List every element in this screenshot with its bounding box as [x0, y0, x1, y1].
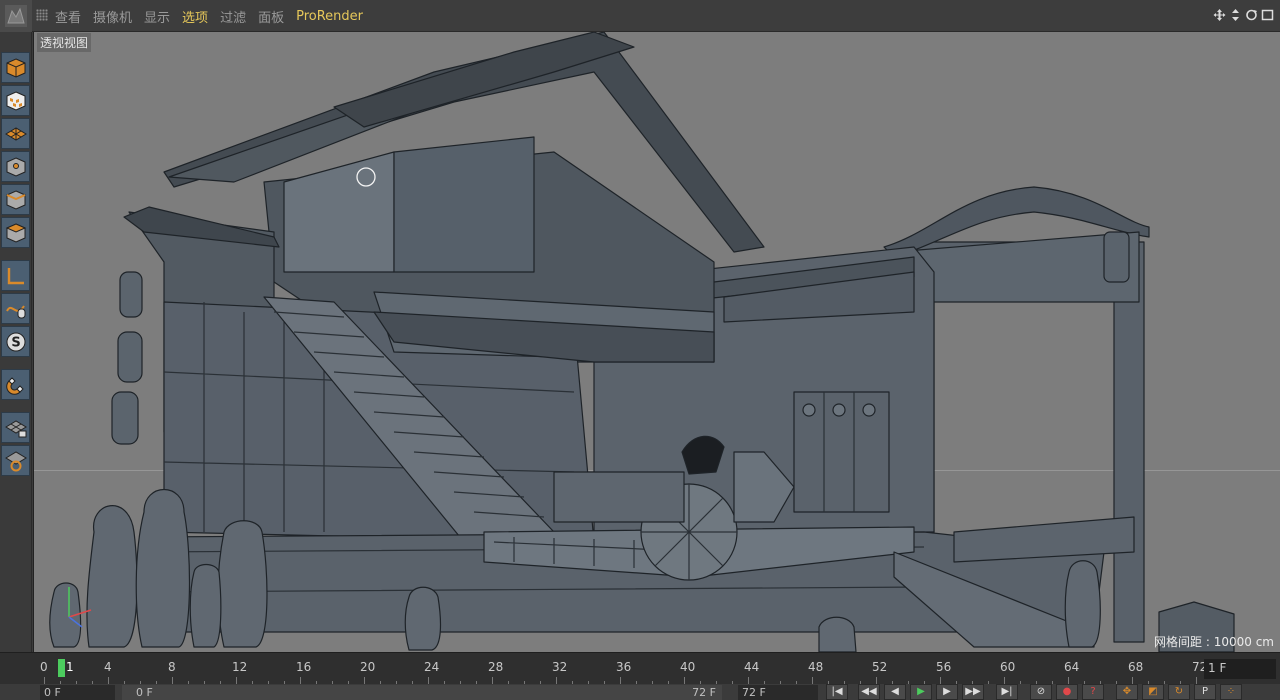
transport-bar: 0 F 0 F 72 F 72 F |◀ ◀◀ ◀ ▶ ▶ ▶▶ ▶| ⊘ ● …	[0, 684, 1280, 700]
polygon-grid-icon[interactable]	[1, 118, 30, 149]
go-to-start-icon[interactable]: |◀	[826, 684, 848, 700]
polygon-mode-icon[interactable]	[1, 217, 30, 248]
auto-key-icon[interactable]: ?	[1082, 684, 1104, 700]
range-min-frame: 0 F	[136, 686, 153, 699]
left-toolbar: S	[0, 32, 32, 652]
timeline[interactable]: 0 4 8 12 16 20 24 28 32 36 40 44 48 52 56 60 64 68 72 1 1 F	[0, 652, 1280, 685]
menu-display[interactable]: 显示	[144, 7, 170, 26]
grid-refresh-icon[interactable]	[1, 445, 30, 476]
key-disabled-icon[interactable]: ⊘	[1030, 684, 1052, 700]
current-frame-field[interactable]: 0 F	[40, 685, 115, 700]
timeline-tick-label: 60	[1000, 660, 1016, 674]
play-icon[interactable]: ▶	[910, 684, 932, 700]
menu-filter[interactable]: 过滤	[220, 7, 246, 26]
menu-prorender[interactable]: ProRender	[296, 9, 363, 24]
key-pla-icon[interactable]: ⁘	[1220, 684, 1242, 700]
timeline-tick-label: 32	[552, 660, 568, 674]
cube-model-icon[interactable]	[1, 52, 30, 83]
timeline-tick-label: 44	[744, 660, 760, 674]
timeline-tick-label: 56	[936, 660, 952, 674]
timeline-tick-label: 24	[424, 660, 440, 674]
key-scale-icon[interactable]: ◩	[1142, 684, 1164, 700]
menu-panel[interactable]: 面板	[258, 7, 284, 26]
end-frame-field[interactable]: 72 F	[738, 685, 818, 700]
key-move-icon[interactable]: ✥	[1116, 684, 1138, 700]
menu-view[interactable]: 查看	[55, 7, 81, 26]
timeline-tick-label: 64	[1064, 660, 1080, 674]
cinema4d-window: 查看 摄像机 显示 选项 过滤 面板 ProRender S 透视视图 网格间距…	[0, 0, 1280, 700]
view-controls	[1213, 8, 1274, 22]
app-logo-icon[interactable]	[0, 0, 32, 32]
panel-grip-icon[interactable]	[36, 9, 48, 21]
timeline-tick-label: 48	[808, 660, 824, 674]
edge-mode-icon[interactable]	[1, 184, 30, 215]
checker-texture-icon[interactable]	[1, 85, 30, 116]
timeline-tick-label: 4	[104, 660, 112, 674]
timeline-tick-label: 40	[680, 660, 696, 674]
grid-lock-icon[interactable]	[1, 412, 30, 443]
timeline-tick-label: 36	[616, 660, 632, 674]
go-to-end-icon[interactable]: ▶|	[996, 684, 1018, 700]
timeline-tick-label: 16	[296, 660, 312, 674]
viewport-label[interactable]: 透视视图	[37, 33, 92, 52]
key-rotate-icon[interactable]: ↻	[1168, 684, 1190, 700]
step-forward-icon[interactable]: ▶	[936, 684, 958, 700]
timeline-tick-label: 8	[168, 660, 176, 674]
point-mode-icon[interactable]	[1, 151, 30, 182]
key-param-icon[interactable]: P	[1194, 684, 1216, 700]
spline-tweak-icon[interactable]	[1, 293, 30, 324]
grid-spacing-label: 网格间距 : 10000 cm	[1154, 635, 1274, 649]
step-back-icon[interactable]: ◀	[884, 684, 906, 700]
previous-key-icon[interactable]: ◀◀	[858, 684, 880, 700]
snap-s-icon[interactable]: S	[1, 326, 30, 357]
menu-options[interactable]: 选项	[182, 7, 208, 26]
frame-range-slider[interactable]: 0 F 72 F	[122, 685, 722, 700]
timeline-tick-label: 0	[40, 660, 48, 674]
scene-model	[49, 32, 1235, 652]
scroll-view-icon[interactable]	[1229, 8, 1242, 22]
maximize-view-icon[interactable]	[1261, 8, 1274, 22]
timeline-tick-label: 20	[360, 660, 376, 674]
move-view-icon[interactable]	[1213, 8, 1226, 22]
magnet-icon[interactable]	[1, 369, 30, 400]
timeline-tick-label: 52	[872, 660, 888, 674]
axis-icon[interactable]	[1, 260, 30, 291]
viewport-menubar: 查看 摄像机 显示 选项 过滤 面板 ProRender	[0, 0, 1280, 32]
timeline-tick-label: 68	[1128, 660, 1144, 674]
timeline-tick-label: 28	[488, 660, 504, 674]
rotate-view-icon[interactable]	[1245, 8, 1258, 22]
range-max-frame: 72 F	[692, 686, 716, 699]
timeline-playhead[interactable]	[58, 659, 65, 677]
menu-list: 查看 摄像机 显示 选项 过滤 面板 ProRender	[55, 0, 375, 32]
timeline-current-marker: 1	[66, 660, 74, 674]
next-key-icon[interactable]: ▶▶	[962, 684, 984, 700]
timeline-ruler[interactable]: 0 4 8 12 16 20 24 28 32 36 40 44 48 52 56 60 64 68 72 1	[40, 653, 1207, 685]
timeline-tick-label: 12	[232, 660, 248, 674]
svg-text:S: S	[11, 335, 20, 350]
menu-camera[interactable]: 摄像机	[93, 7, 132, 26]
record-icon[interactable]: ●	[1056, 684, 1078, 700]
timeline-end-frame[interactable]: 1 F	[1204, 659, 1276, 679]
perspective-viewport[interactable]: 透视视图 网格间距 : 10000 cm	[33, 32, 1280, 652]
